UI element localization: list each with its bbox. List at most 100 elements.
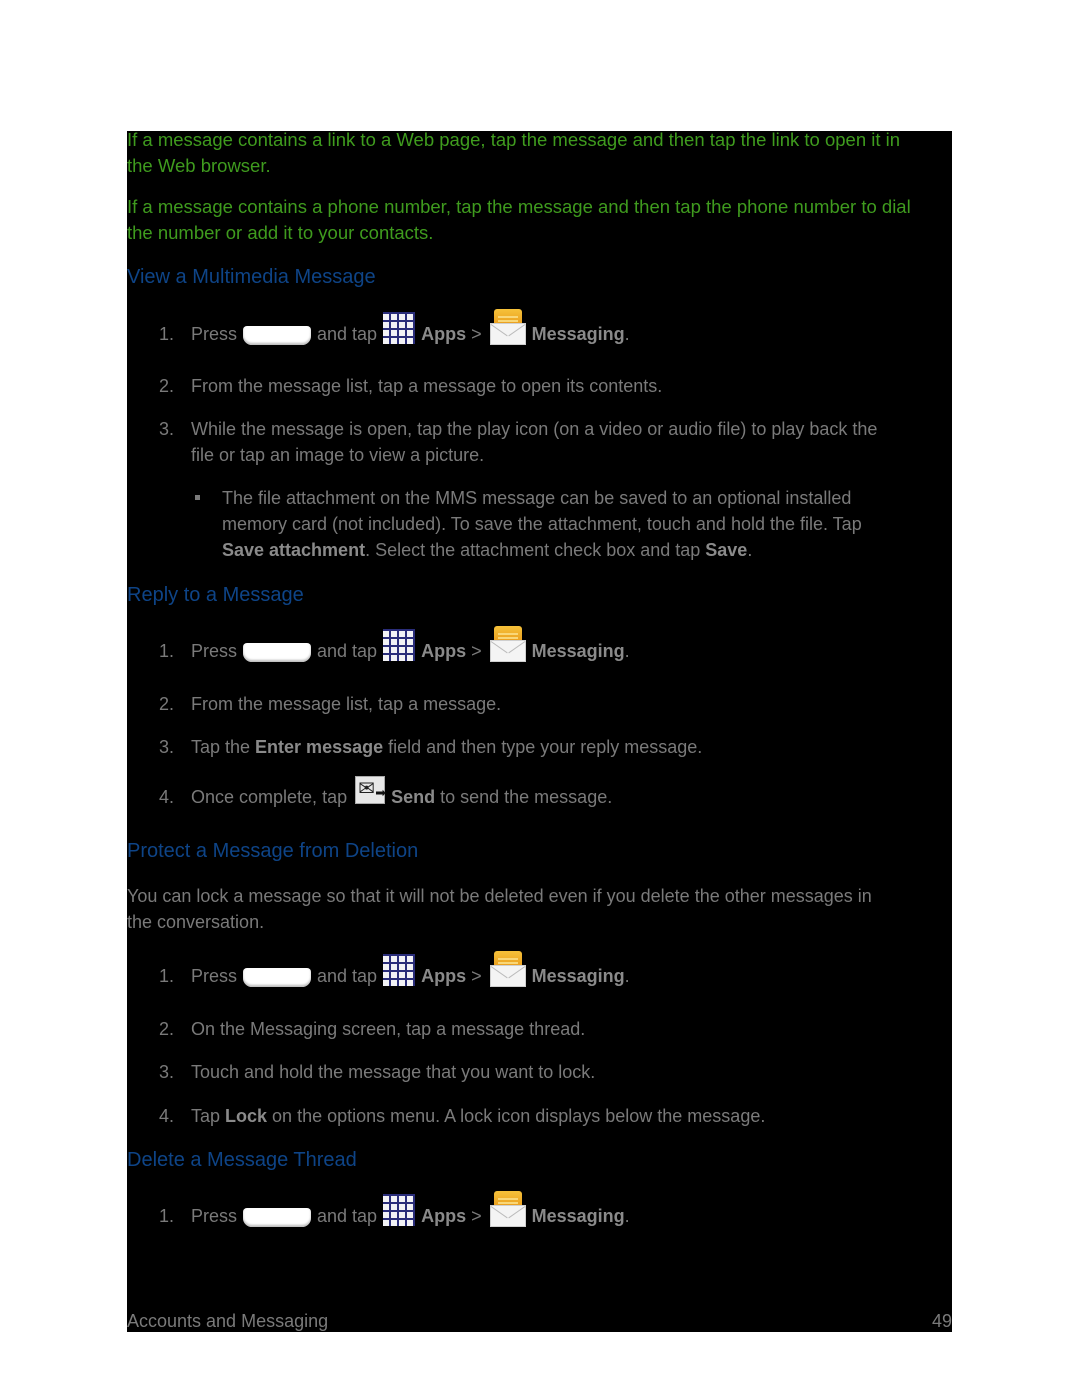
step-bold: Lock	[225, 1106, 268, 1126]
step-number: 4.	[159, 1106, 175, 1126]
home-button-icon	[243, 326, 312, 345]
period: .	[624, 641, 630, 661]
period: .	[624, 1206, 630, 1226]
step-number: 2.	[159, 1019, 175, 1039]
step-item: 4. Tap Lock on the options menu. A lock i…	[159, 1103, 765, 1129]
step-text: Press	[191, 641, 238, 661]
step-item: 2. On the Messaging screen, tap a message…	[159, 1016, 585, 1042]
messaging-label: Messaging	[531, 1206, 625, 1226]
step-text: and tap	[317, 324, 378, 344]
step-number: 3.	[159, 1062, 175, 1082]
note-text: .	[747, 540, 753, 560]
separator: >	[471, 1206, 482, 1226]
intro-paragraph-link: If a message contains a link to a Web pa…	[127, 127, 900, 179]
apps-label: Apps	[421, 324, 467, 344]
step-open-messaging: 1. Press and tap Apps > Messaging.	[159, 626, 630, 664]
separator: >	[471, 324, 482, 344]
messaging-label: Messaging	[531, 641, 625, 661]
heading-view-mms: View a Multimedia Message	[127, 266, 376, 288]
step-text: Press	[191, 324, 238, 344]
document-page: If a message contains a link to a Web pa…	[127, 129, 952, 1332]
send-icon	[355, 775, 386, 807]
step-number: 1.	[159, 324, 175, 344]
step-number: 1.	[159, 1206, 175, 1226]
footer-section-name: Accounts and Messaging	[127, 1311, 329, 1331]
messaging-envelope-icon	[489, 951, 526, 987]
heading-protect: Protect a Message from Deletion	[127, 840, 419, 862]
step-number: 3.	[159, 737, 175, 757]
step-text: Press	[191, 1206, 238, 1226]
apps-grid-icon	[383, 629, 416, 661]
apps-label: Apps	[421, 966, 467, 986]
step-item: 3. While the message is open, tap the pla…	[159, 416, 877, 468]
step-number: 4.	[159, 787, 175, 807]
messaging-envelope-icon	[489, 309, 526, 345]
intro-line: the number or add it to your contacts.	[127, 222, 434, 243]
apps-label: Apps	[421, 641, 467, 661]
step-text: While the message is open, tap the play …	[191, 419, 878, 439]
note-text: memory card (not included). To save the …	[222, 514, 862, 534]
separator: >	[471, 641, 482, 661]
step-text: on the options menu. A lock icon display…	[267, 1106, 766, 1126]
step-text: and tap	[317, 641, 378, 661]
step-item: 2. From the message list, tap a message t…	[159, 373, 662, 399]
apps-grid-icon	[383, 312, 416, 344]
period: .	[624, 324, 630, 344]
step-text: Tap	[191, 1106, 226, 1126]
messaging-envelope-icon	[489, 626, 526, 662]
step-number: 1.	[159, 641, 175, 661]
home-button-icon	[243, 643, 312, 662]
note-text: The file attachment on the MMS message c…	[222, 488, 852, 508]
period: .	[624, 966, 630, 986]
step-text: From the message list, tap a message.	[191, 694, 502, 714]
intro-line: If a message contains a link to a Web pa…	[127, 129, 901, 150]
step-open-messaging: 1. Press and tap Apps > Messaging.	[159, 951, 630, 989]
note-bold: Save	[705, 540, 748, 560]
note-text: . Select the attachment check box and ta…	[365, 540, 706, 560]
messaging-label: Messaging	[531, 966, 625, 986]
step-text: From the message list, tap a message to …	[191, 376, 663, 396]
intro-paragraph-phone: If a message contains a phone number, ta…	[127, 194, 911, 246]
bullet-icon	[195, 495, 200, 500]
step-open-messaging: 1. Press and tap Apps > Messaging.	[159, 1191, 630, 1229]
step-bold: Enter message	[255, 737, 384, 757]
step-item: 3. Touch and hold the message that you wa…	[159, 1059, 595, 1085]
paragraph-line: the conversation.	[127, 912, 265, 932]
heading-reply: Reply to a Message	[127, 584, 304, 606]
apps-grid-icon	[383, 1194, 416, 1226]
paragraph-line: You can lock a message so that it will n…	[127, 886, 872, 906]
apps-grid-icon	[383, 954, 416, 986]
home-button-icon	[243, 1208, 312, 1227]
step-text: Press	[191, 966, 238, 986]
heading-delete-thread: Delete a Message Thread	[127, 1149, 357, 1171]
step-number: 2.	[159, 694, 175, 714]
step-number: 3.	[159, 419, 175, 439]
messaging-envelope-icon	[489, 1191, 526, 1227]
step-text: On the Messaging screen, tap a message t…	[191, 1019, 586, 1039]
step-text: Tap the	[191, 737, 256, 757]
step-text: and tap	[317, 966, 378, 986]
step-text: and tap	[317, 1206, 378, 1226]
step-open-messaging: 1. Press and tap Apps > Messaging.	[159, 309, 630, 347]
step-number: 1.	[159, 966, 175, 986]
step-text: field and then type your reply message.	[383, 737, 703, 757]
intro-line: the Web browser.	[127, 155, 271, 176]
step-text: to send the message.	[435, 787, 613, 807]
step-item: 3. Tap the Enter message field and then t…	[159, 734, 702, 760]
note-bullet-item: The file attachment on the MMS message c…	[195, 485, 862, 563]
step-bold: Send	[391, 787, 436, 807]
intro-line: If a message contains a phone number, ta…	[127, 196, 911, 217]
step-item: 2. From the message list, tap a message.	[159, 691, 501, 717]
apps-label: Apps	[421, 1206, 467, 1226]
step-text: file or tap an image to view a picture.	[191, 445, 485, 465]
separator: >	[471, 966, 482, 986]
protect-intro: You can lock a message so that it will n…	[127, 883, 872, 935]
step-item: 4. Once complete, tap Send to send the me…	[159, 775, 613, 810]
step-number: 2.	[159, 376, 175, 396]
note-bold: Save attachment	[222, 540, 366, 560]
messaging-label: Messaging	[531, 324, 625, 344]
step-text: Once complete, tap	[191, 787, 348, 807]
step-text: Touch and hold the message that you want…	[191, 1062, 596, 1082]
home-button-icon	[243, 968, 312, 987]
footer-page-number: 49	[931, 1311, 952, 1331]
